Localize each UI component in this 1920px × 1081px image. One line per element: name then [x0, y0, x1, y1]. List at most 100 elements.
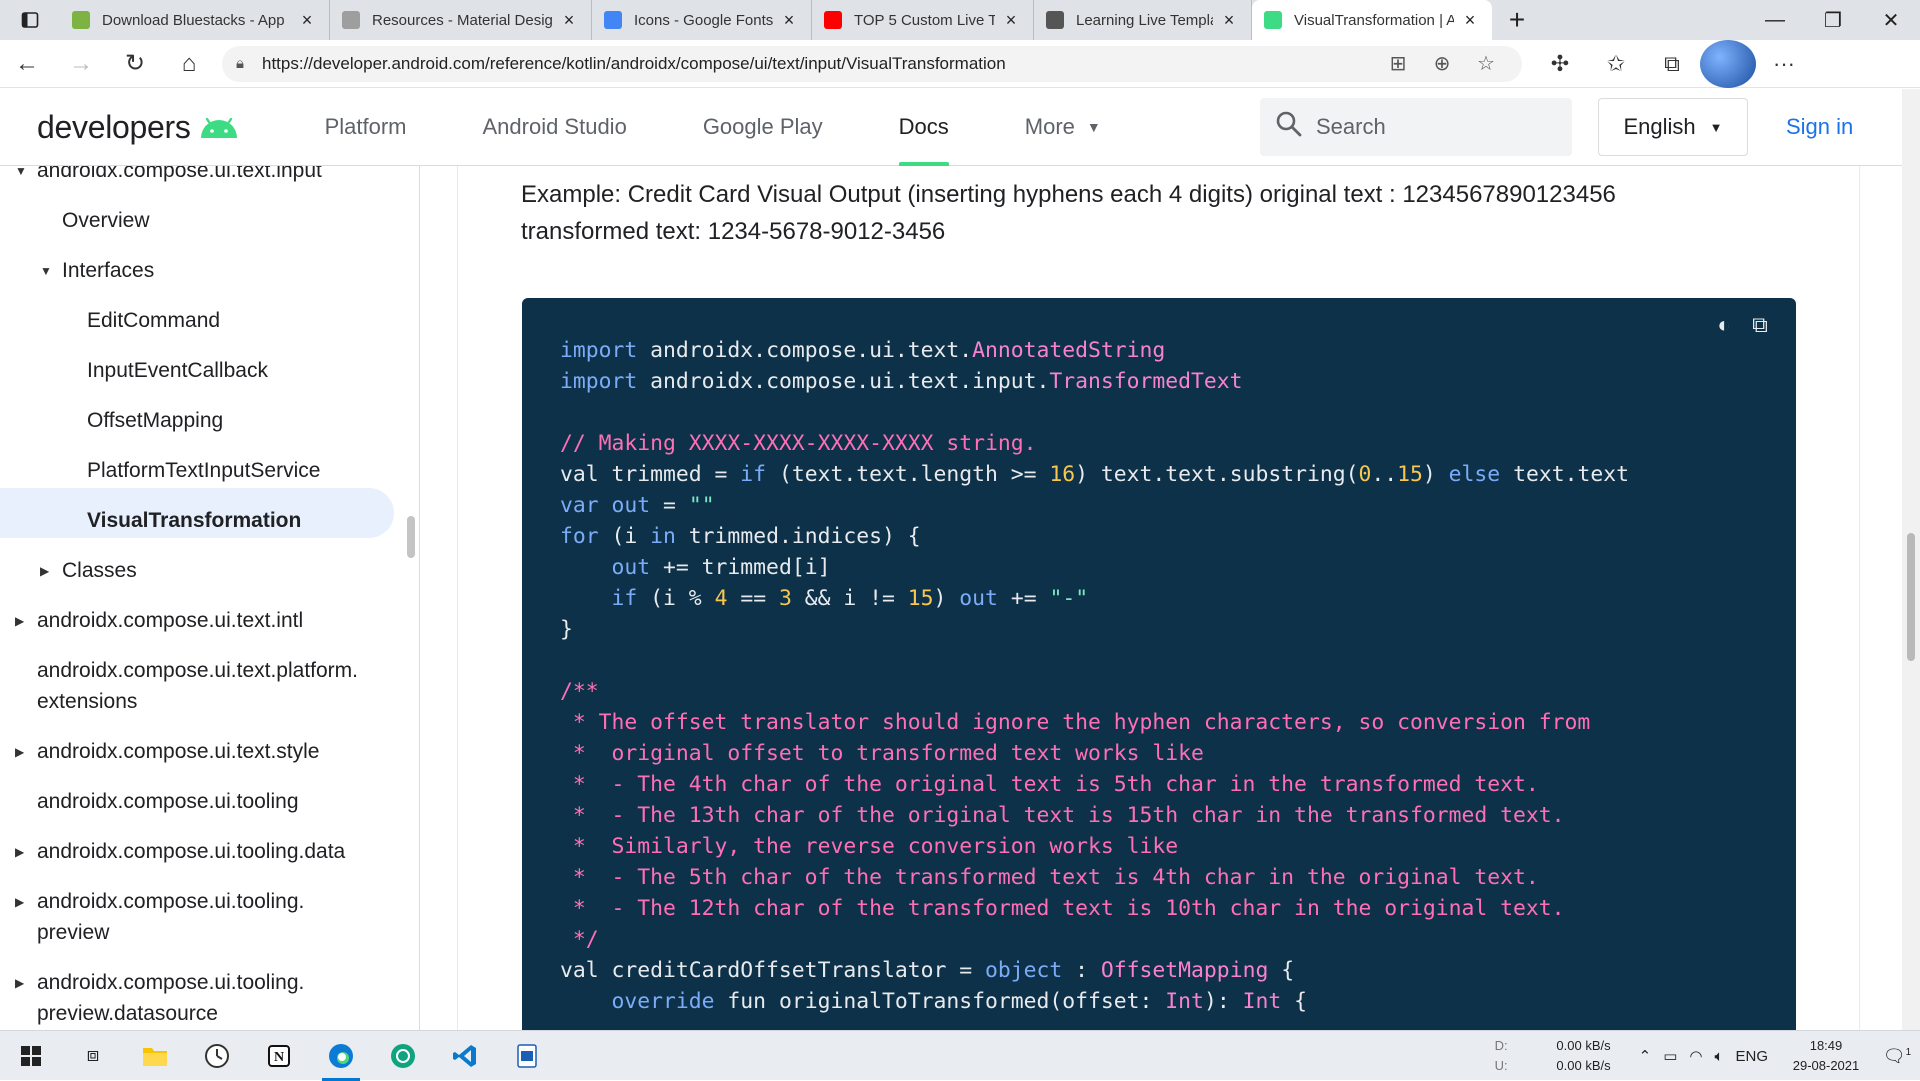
close-tab-icon[interactable]: ×: [1460, 10, 1480, 30]
start-button[interactable]: [0, 1031, 62, 1081]
nav-google-play[interactable]: Google Play: [665, 89, 861, 166]
zoom-icon[interactable]: ⊕: [1420, 51, 1464, 76]
wifi-icon[interactable]: ◠: [1689, 1047, 1702, 1065]
close-tab-icon[interactable]: ×: [297, 10, 317, 30]
add-favorite-icon[interactable]: ☆: [1464, 51, 1508, 76]
profile-button[interactable]: [1700, 39, 1756, 88]
nav-android-studio[interactable]: Android Studio: [444, 89, 664, 166]
browser-tab[interactable]: Resources - Material Design ×: [330, 0, 592, 40]
language-indicator[interactable]: ENG: [1735, 1048, 1768, 1065]
new-tab-button[interactable]: +: [1492, 0, 1542, 40]
browser-tab[interactable]: Learning Live Templates for ×: [1034, 0, 1252, 40]
browser-tab[interactable]: VisualTransformation | Anc ×: [1252, 0, 1492, 40]
alarms-button[interactable]: [186, 1031, 248, 1081]
sidebar-item[interactable]: ▶ androidx.compose.ui.tooling. preview.dat…: [15, 967, 304, 1029]
copy-code-button[interactable]: ⧉: [1742, 310, 1778, 340]
code-token: ..: [1371, 462, 1398, 487]
search-input[interactable]: Search: [1260, 98, 1572, 156]
notion-icon: N: [268, 1044, 290, 1067]
url-field[interactable]: 🔒︎ https://developer.android.com/referen…: [222, 45, 1522, 82]
expand-more-icon[interactable]: ▶: [15, 737, 24, 768]
network-speed: D: 0.00 kB/s U: 0.00 kB/s: [1489, 1036, 1629, 1076]
code-text[interactable]: import androidx.compose.ui.text.Annotate…: [560, 335, 1629, 1017]
notion-button[interactable]: N: [248, 1031, 310, 1081]
developers-logo[interactable]: developers: [37, 109, 239, 146]
sidebar-item[interactable]: androidx.compose.ui.tooling: [37, 786, 299, 817]
app-available-icon[interactable]: ⊞: [1376, 51, 1420, 76]
code-token: * original offset to transformed text wo…: [560, 741, 1204, 766]
close-window-button[interactable]: ✕: [1862, 0, 1920, 40]
sidebar-item[interactable]: ▶ androidx.compose.ui.tooling. preview: [15, 886, 304, 948]
sidebar-item[interactable]: OffsetMapping: [87, 405, 223, 436]
sidebar-item[interactable]: ▶ androidx.compose.ui.tooling.data: [15, 836, 345, 867]
back-button[interactable]: ←: [0, 40, 54, 88]
vscode-button[interactable]: [434, 1031, 496, 1081]
nav-label: Docs: [898, 114, 949, 139]
volume-icon[interactable]: 🔈︎: [1714, 1048, 1723, 1065]
browser-tab-strip: Download Bluestacks - App × Resources - Ma…: [0, 0, 1920, 40]
minimize-icon: —: [1765, 8, 1785, 31]
nav-more[interactable]: More ▼: [987, 89, 1139, 166]
expand-less-icon[interactable]: ▼: [40, 256, 52, 287]
sidebar-item[interactable]: EditCommand: [87, 305, 220, 336]
close-tab-icon[interactable]: ×: [559, 10, 579, 30]
tab-actions-button[interactable]: [0, 0, 60, 40]
theme-toggle-button[interactable]: ◐: [1706, 310, 1742, 340]
url-text: https://developer.android.com/reference/…: [262, 53, 1006, 73]
scrollbar-thumb[interactable]: [1907, 533, 1915, 661]
favorites-button[interactable]: ✩: [1588, 40, 1644, 88]
browser-tab[interactable]: Download Bluestacks - App ×: [60, 0, 330, 40]
sidebar-item[interactable]: ▼ androidx.compose.ui.text.input: [15, 166, 322, 186]
language-select[interactable]: English ▼: [1598, 98, 1748, 156]
sidebar-item[interactable]: Overview: [62, 205, 150, 236]
edge-button[interactable]: [310, 1031, 372, 1081]
page-scrollbar[interactable]: [1902, 89, 1920, 1030]
collections-button[interactable]: ⧉: [1644, 40, 1700, 88]
lock-icon: 🔒︎: [236, 55, 244, 72]
sidebar-item-label: Classes: [62, 559, 137, 582]
expand-more-icon[interactable]: ▶: [15, 837, 24, 868]
browser-tab[interactable]: TOP 5 Custom Live Templat ×: [812, 0, 1034, 40]
sign-in-link[interactable]: Sign in: [1786, 98, 1853, 156]
extensions-button[interactable]: ✣: [1532, 40, 1588, 88]
chevron-up-icon[interactable]: ⌃: [1639, 1047, 1652, 1065]
sidebar-item[interactable]: InputEventCallback: [87, 355, 268, 386]
minimize-button[interactable]: —: [1746, 0, 1804, 40]
sidebar-item[interactable]: ▶ Classes: [40, 555, 137, 586]
expand-less-icon[interactable]: ▼: [15, 166, 27, 187]
forward-button[interactable]: →: [54, 40, 108, 88]
sidebar-item[interactable]: VisualTransformation: [87, 505, 301, 536]
clock[interactable]: 18:49 29-08-2021: [1778, 1036, 1874, 1076]
close-tab-icon[interactable]: ×: [779, 10, 799, 30]
expand-more-icon[interactable]: ▶: [40, 556, 49, 587]
maximize-button[interactable]: ❐: [1804, 0, 1862, 40]
battery-icon[interactable]: ▭: [1663, 1047, 1677, 1065]
notifications-button[interactable]: 🗨︎1: [1874, 1046, 1920, 1067]
sidebar-item[interactable]: ▼ Interfaces: [40, 255, 154, 286]
file-explorer-button[interactable]: [124, 1031, 186, 1081]
close-tab-icon[interactable]: ×: [1219, 10, 1239, 30]
task-view-button[interactable]: ⧈: [62, 1031, 124, 1081]
settings-menu-button[interactable]: ···: [1756, 40, 1812, 88]
home-button[interactable]: ⌂: [162, 40, 216, 88]
sidebar-item[interactable]: ▶ androidx.compose.ui.text.intl: [15, 605, 303, 636]
word-button[interactable]: [496, 1031, 558, 1081]
sidebar-item-label: androidx.compose.ui.text.platform.: [37, 659, 358, 682]
sidebar-item[interactable]: PlatformTextInputService: [87, 455, 320, 486]
sidebar-item[interactable]: androidx.compose.ui.text.platform. extens…: [37, 655, 358, 717]
chatgpt-button[interactable]: [372, 1031, 434, 1081]
example-description: Example: Credit Card Visual Output (inse…: [521, 176, 1821, 250]
sidebar-item[interactable]: ▶ androidx.compose.ui.text.style: [15, 736, 319, 767]
expand-more-icon[interactable]: ▶: [15, 606, 24, 637]
expand-more-icon[interactable]: ▶: [15, 968, 24, 999]
nav-platform[interactable]: Platform: [287, 89, 445, 166]
sidebar-scrollbar[interactable]: [407, 516, 415, 558]
close-icon: ✕: [1882, 9, 1900, 32]
nav-docs[interactable]: Docs: [861, 89, 987, 166]
dev-icon: [1046, 11, 1064, 29]
expand-more-icon[interactable]: ▶: [15, 887, 24, 918]
browser-tab[interactable]: Icons - Google Fonts ×: [592, 0, 812, 40]
close-tab-icon[interactable]: ×: [1001, 10, 1021, 30]
refresh-button[interactable]: ↻: [108, 40, 162, 88]
